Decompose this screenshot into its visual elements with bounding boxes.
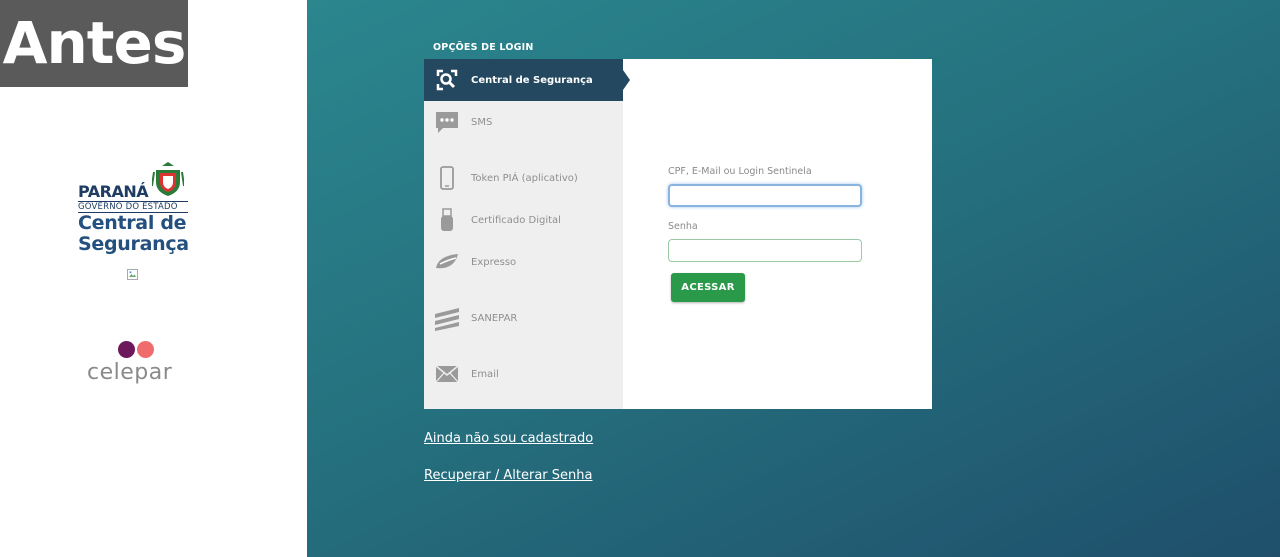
register-link[interactable]: Ainda não sou cadastrado: [424, 431, 593, 446]
celepar-logo: celepar: [87, 340, 187, 390]
submit-button[interactable]: ACESSAR: [671, 273, 745, 302]
menu-item-certificado-digital[interactable]: Certificado Digital: [424, 199, 623, 241]
phone-icon: [434, 165, 460, 191]
menu-item-sanepar[interactable]: SANEPAR: [424, 297, 623, 339]
password-field-label: Senha: [668, 221, 698, 232]
login-method-menu: Central de Segurança SMS Token PIÁ (apli…: [424, 59, 630, 409]
expresso-icon: [434, 249, 460, 275]
brand-panel: Antes PARANÁ GOVERNO DO ESTADO Central d…: [0, 0, 307, 557]
celepar-dot-purple: [118, 341, 135, 358]
celepar-dot-coral: [137, 341, 154, 358]
parana-logo: PARANÁ GOVERNO DO ESTADO Central de Segu…: [78, 162, 189, 255]
user-input[interactable]: [668, 184, 862, 207]
app-name-line1: Central de: [78, 212, 187, 234]
search-user-icon: [434, 67, 460, 93]
recover-password-link[interactable]: Recuperar / Alterar Senha: [424, 468, 592, 483]
menu-label: SMS: [471, 116, 493, 128]
parana-wordmark: PARANÁ: [78, 182, 149, 201]
envelope-icon: [434, 361, 460, 387]
menu-label: Central de Segurança: [471, 74, 593, 86]
password-input[interactable]: [668, 239, 862, 262]
menu-label: Expresso: [471, 256, 517, 268]
menu-label: Certificado Digital: [471, 214, 561, 226]
menu-item-central-seguranca[interactable]: Central de Segurança: [424, 59, 630, 101]
login-card: Central de Segurança SMS Token PIÁ (apli…: [424, 59, 932, 409]
app-name-line2: Segurança: [78, 233, 189, 255]
menu-label: Token PIÁ (aplicativo): [471, 172, 578, 184]
menu-item-expresso[interactable]: Expresso: [424, 241, 623, 283]
sanepar-icon: [434, 305, 460, 331]
menu-item-token-pia[interactable]: Token PIÁ (aplicativo): [424, 157, 623, 199]
menu-label: SANEPAR: [471, 312, 518, 324]
menu-item-sms[interactable]: SMS: [424, 101, 623, 143]
user-field-label: CPF, E-Mail ou Login Sentinela: [668, 166, 812, 177]
chat-icon: [434, 109, 460, 135]
menu-item-email[interactable]: Email: [424, 353, 623, 395]
coat-of-arms-icon: [152, 162, 184, 196]
menu-label: Email: [471, 368, 499, 380]
antes-badge: Antes: [0, 0, 188, 87]
celepar-wordmark: celepar: [87, 360, 173, 385]
login-options-title: OPÇÕES DE LOGIN: [433, 42, 534, 53]
usb-token-icon: [434, 207, 460, 233]
broken-image-icon: [127, 269, 138, 280]
